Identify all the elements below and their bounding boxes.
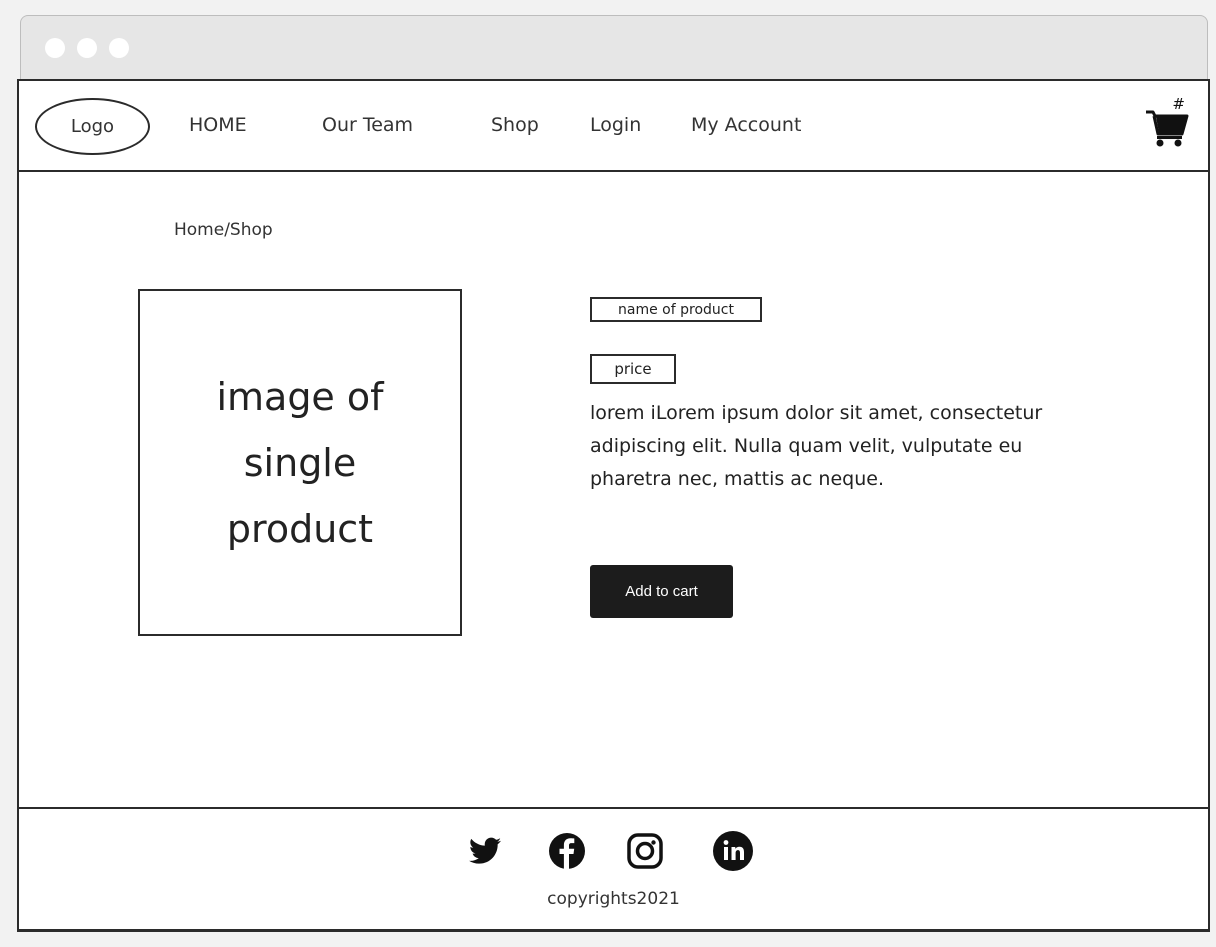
browser-chrome — [20, 15, 1208, 81]
window-minimize-dot[interactable] — [77, 38, 97, 58]
breadcrumb[interactable]: Home/Shop — [174, 220, 273, 240]
page-frame: Logo HOME Our Team Shop Login My Account… — [17, 79, 1210, 932]
footer: copyrights2021 — [19, 807, 1208, 931]
twitter-icon[interactable] — [463, 829, 507, 873]
product-description: lorem iLorem ipsum dolor sit amet, conse… — [590, 402, 1043, 490]
product-name: name of product — [590, 297, 762, 322]
product-price: price — [590, 354, 676, 384]
window-close-dot[interactable] — [45, 38, 65, 58]
add-to-cart-button[interactable]: Add to cart — [590, 565, 733, 618]
nav-item-shop[interactable]: Shop — [491, 114, 539, 136]
nav-item-home[interactable]: HOME — [189, 114, 247, 136]
nav-item-our-team[interactable]: Our Team — [322, 114, 413, 136]
product-image-label: image of single product — [216, 374, 384, 551]
nav-item-my-account[interactable]: My Account — [691, 114, 801, 136]
product-image-placeholder: image of single product — [138, 289, 462, 636]
instagram-icon[interactable] — [623, 829, 667, 873]
cart-button[interactable]: # — [1145, 95, 1191, 147]
facebook-icon[interactable] — [545, 829, 589, 873]
cart-icon — [1146, 110, 1189, 147]
linkedin-icon[interactable] — [711, 829, 755, 873]
top-navigation: Logo HOME Our Team Shop Login My Account… — [19, 81, 1208, 172]
window-maximize-dot[interactable] — [109, 38, 129, 58]
copyright-text: copyrights2021 — [547, 889, 680, 909]
logo[interactable]: Logo — [35, 98, 150, 155]
nav-item-login[interactable]: Login — [590, 114, 641, 136]
